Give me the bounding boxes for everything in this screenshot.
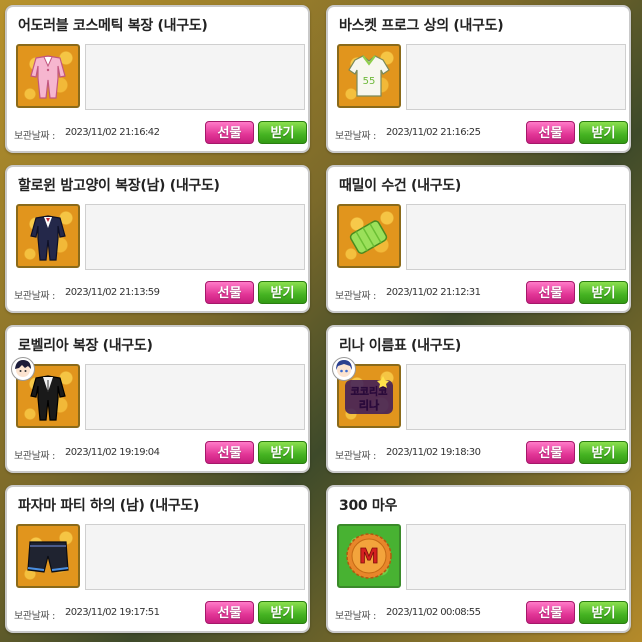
date-label: 보관날짜 : (335, 611, 376, 622)
date-label: 보관날짜 : (14, 131, 55, 142)
date-label: 보관날짜 : (14, 451, 55, 462)
stored-date: 2023/11/02 21:13:59 (65, 287, 160, 298)
item-description (85, 524, 305, 590)
coin-letter: M (359, 544, 379, 568)
name-tag-line-1: 코코리코 (351, 385, 388, 398)
dark-suit-icon (30, 215, 66, 261)
item-thumbnail (16, 524, 80, 588)
date-label: 보관날짜 : (335, 291, 376, 302)
item-description (406, 204, 626, 270)
item-card: 바스켓 프로그 상의 (내구도) 55 보관날짜 : 2023/11/02 21… (326, 5, 631, 153)
stored-date: 2023/11/02 19:18:30 (386, 447, 481, 458)
date-label: 보관날짜 : (335, 451, 376, 462)
gift-button[interactable]: 선물 (205, 441, 254, 464)
item-title: 300 마우 (339, 498, 398, 514)
item-card: 리나 이름표 (내구도) 코코리코 리나 보관날짜 : 2023/11/02 1… (326, 325, 631, 473)
white-jersey-icon: 55 (348, 55, 390, 97)
gift-button[interactable]: 선물 (205, 601, 254, 624)
receive-button[interactable]: 받기 (258, 601, 307, 624)
item-card: 때밀이 수건 (내구도) 보관날짜 : 2023/11/02 21:12:31 … (326, 165, 631, 313)
item-card: 할로윈 밤고양이 복장(남) (내구도) 보관날짜 : 2023/11/02 2… (5, 165, 310, 313)
receive-button[interactable]: 받기 (579, 441, 628, 464)
item-card: 파자마 파티 하의 (남) (내구도) 보관날짜 : 2023/11/02 19… (5, 485, 310, 633)
receive-button[interactable]: 받기 (258, 441, 307, 464)
item-description (85, 204, 305, 270)
item-title: 리나 이름표 (내구도) (339, 338, 461, 354)
receive-button[interactable]: 받기 (579, 281, 628, 304)
item-title: 로벨리아 복장 (내구도) (18, 338, 153, 354)
name-tag-line-2: 리나 (359, 398, 379, 412)
item-title: 파자마 파티 하의 (남) (내구도) (18, 498, 200, 514)
gift-button[interactable]: 선물 (205, 281, 254, 304)
green-towel-icon (349, 220, 388, 254)
item-thumbnail (16, 204, 80, 268)
item-card: 어도러블 코스메틱 복장 (내구도) 보관날짜 : 2023/11/02 21:… (5, 5, 310, 153)
gift-button[interactable]: 선물 (526, 601, 575, 624)
gift-button[interactable]: 선물 (205, 121, 254, 144)
receive-button[interactable]: 받기 (258, 121, 307, 144)
svg-text:55: 55 (363, 76, 376, 87)
item-title: 어도러블 코스메틱 복장 (내구도) (18, 18, 208, 34)
stored-date: 2023/11/02 21:12:31 (386, 287, 481, 298)
stored-date: 2023/11/02 21:16:42 (65, 127, 160, 138)
stored-date: 2023/11/02 00:08:55 (386, 607, 481, 618)
character-avatar-icon (11, 357, 35, 381)
date-label: 보관날짜 : (14, 291, 55, 302)
date-label: 보관날짜 : (335, 131, 376, 142)
item-description (406, 364, 626, 430)
item-title: 할로윈 밤고양이 복장(남) (내구도) (18, 178, 220, 194)
item-thumbnail: M (337, 524, 401, 588)
gift-button[interactable]: 선물 (526, 281, 575, 304)
date-label: 보관날짜 : (14, 611, 55, 622)
shorts-icon (27, 541, 69, 573)
mau-coin-icon: M (346, 533, 392, 579)
item-description (406, 44, 626, 110)
item-card: 300 마우 M 보관날짜 : 2023/11/02 00:08:55 선물 받… (326, 485, 631, 633)
stored-date: 2023/11/02 19:19:04 (65, 447, 160, 458)
item-thumbnail (16, 44, 80, 108)
pink-suit-icon (30, 55, 66, 99)
item-description (85, 364, 305, 430)
item-title: 바스켓 프로그 상의 (내구도) (339, 18, 504, 34)
stored-date: 2023/11/02 21:16:25 (386, 127, 481, 138)
stored-date: 2023/11/02 19:17:51 (65, 607, 160, 618)
item-card: 로벨리아 복장 (내구도) 보관날짜 : 2023/11/02 19:19:04… (5, 325, 310, 473)
receive-button[interactable]: 받기 (579, 121, 628, 144)
item-thumbnail: 55 (337, 44, 401, 108)
receive-button[interactable]: 받기 (579, 601, 628, 624)
gift-button[interactable]: 선물 (526, 441, 575, 464)
item-description (406, 524, 626, 590)
receive-button[interactable]: 받기 (258, 281, 307, 304)
item-title: 때밀이 수건 (내구도) (339, 178, 461, 194)
character-avatar-icon (332, 357, 356, 381)
gift-button[interactable]: 선물 (526, 121, 575, 144)
item-thumbnail (337, 204, 401, 268)
item-description (85, 44, 305, 110)
